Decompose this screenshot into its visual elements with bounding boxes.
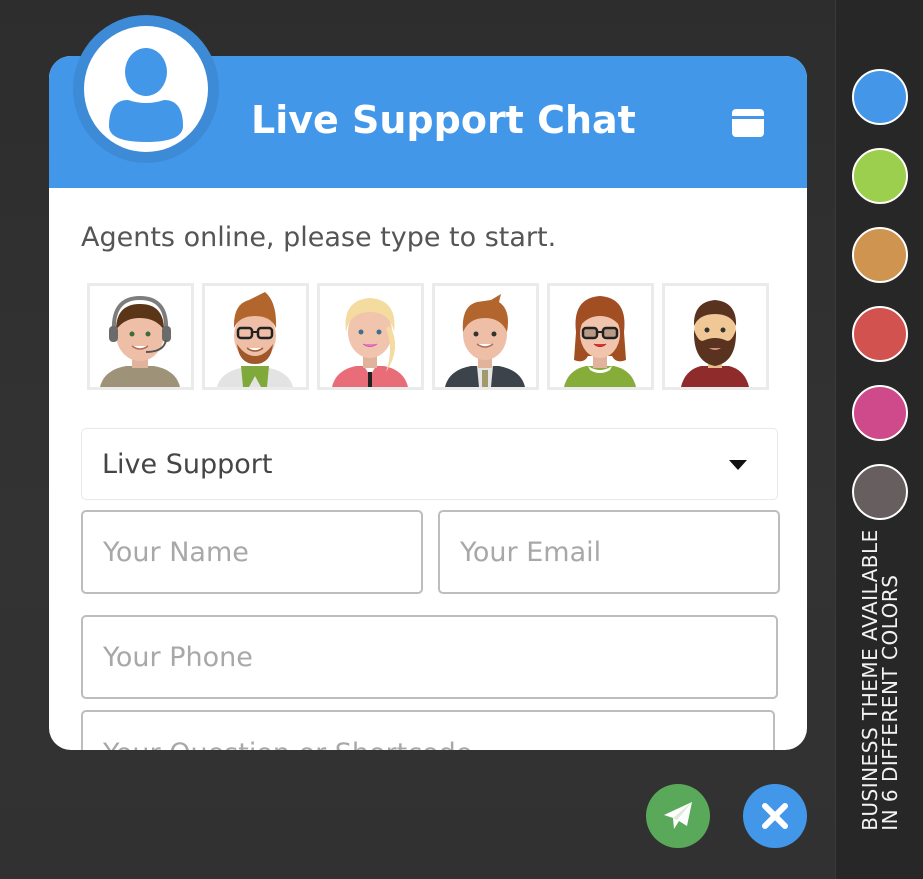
agent-avatar-blonde-woman[interactable] xyxy=(317,283,424,390)
agents-status-text: Agents online, please type to start. xyxy=(81,222,557,253)
agents-list xyxy=(87,283,769,390)
theme-promo-text: BUSINESS THEME AVAILABLE IN 6 DIFFERENT … xyxy=(858,529,902,831)
agent-avatar-suit-man[interactable] xyxy=(432,283,539,390)
question-field[interactable]: Your Question or Shortcode xyxy=(81,710,775,750)
agent-avatar-headset-man[interactable] xyxy=(87,283,194,390)
chat-avatar xyxy=(73,15,219,163)
agent-avatar-bearded-man[interactable] xyxy=(662,283,769,390)
phone-field[interactable]: Your Phone xyxy=(81,615,778,699)
phone-field-placeholder: Your Phone xyxy=(103,641,253,673)
theme-swatch-gray[interactable] xyxy=(852,464,908,520)
chat-body: Agents online, please type to start. Liv… xyxy=(49,188,807,750)
agent-avatar-glasses-woman[interactable] xyxy=(547,283,654,390)
theme-swatch-pink[interactable] xyxy=(852,385,908,441)
department-select-value: Live Support xyxy=(102,448,273,480)
paper-plane-icon xyxy=(664,802,692,829)
promo-line-2: IN 6 DIFFERENT COLORS xyxy=(878,574,902,831)
theme-picker-sidebar: BUSINESS THEME AVAILABLE IN 6 DIFFERENT … xyxy=(835,0,923,879)
department-select[interactable]: Live Support xyxy=(81,428,778,500)
name-field-placeholder: Your Name xyxy=(103,536,249,568)
agent-avatar-glasses-bearded-man[interactable] xyxy=(202,283,309,390)
theme-swatch-orange[interactable] xyxy=(852,227,908,283)
promo-line-1: BUSINESS THEME AVAILABLE xyxy=(858,529,882,831)
user-icon xyxy=(109,48,183,142)
window-minimize-icon[interactable] xyxy=(732,109,764,137)
theme-swatch-red[interactable] xyxy=(852,306,908,362)
email-field[interactable]: Your Email xyxy=(438,510,780,594)
question-field-placeholder: Your Question or Shortcode xyxy=(103,738,472,750)
theme-swatch-blue[interactable] xyxy=(852,69,908,125)
theme-swatch-green[interactable] xyxy=(852,148,908,204)
close-button[interactable] xyxy=(743,784,807,848)
chevron-down-icon xyxy=(729,460,747,470)
name-field[interactable]: Your Name xyxy=(81,510,423,594)
send-button[interactable] xyxy=(646,784,710,848)
chat-title: Live Support Chat xyxy=(251,98,636,142)
close-icon xyxy=(762,803,788,829)
email-field-placeholder: Your Email xyxy=(460,536,602,568)
